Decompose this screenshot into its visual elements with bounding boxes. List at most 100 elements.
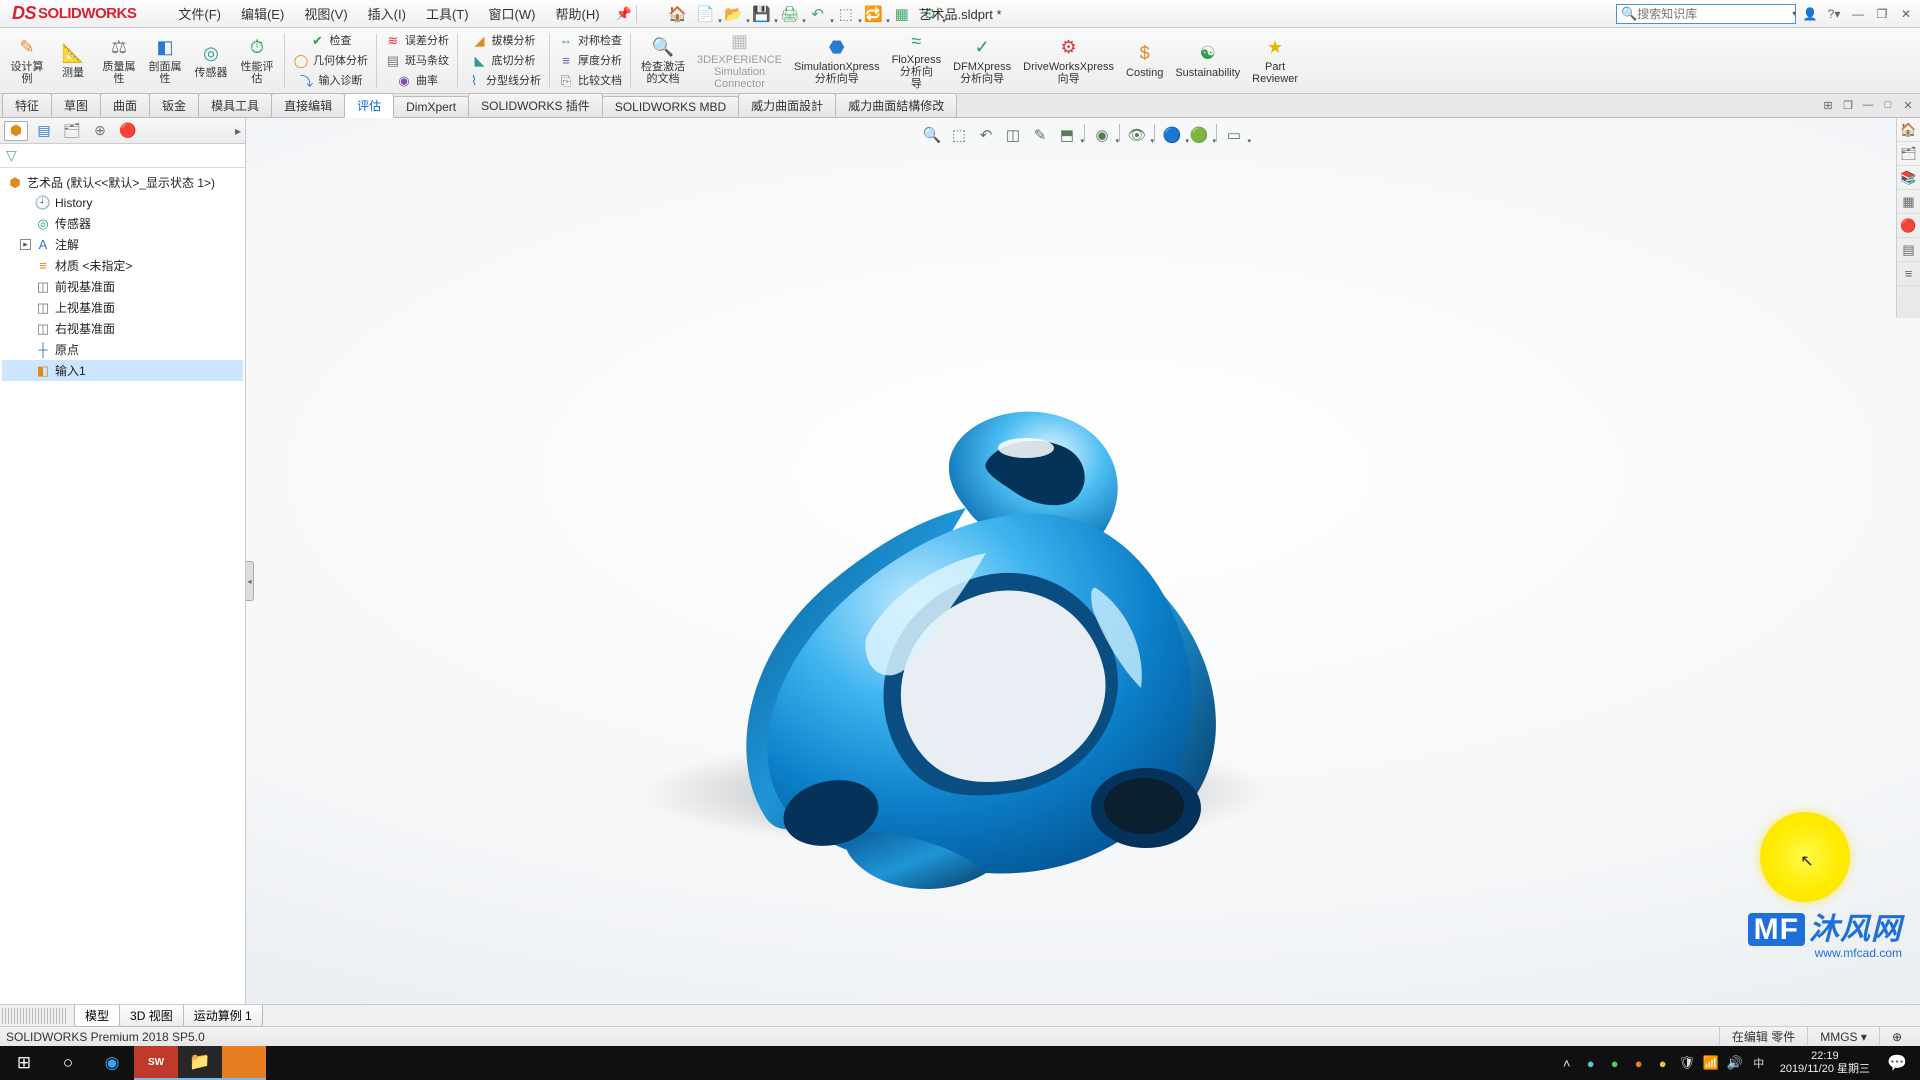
tray-app2-icon[interactable]: ● <box>1604 1048 1626 1078</box>
perf-eval-button[interactable]: ⏱性能评 估 <box>234 31 280 91</box>
import-diag-button[interactable]: ⤵输入诊断 <box>289 71 372 91</box>
doc-close-icon[interactable]: ✕ <box>1900 97 1916 113</box>
display-style-icon[interactable]: ◉ <box>1090 124 1114 146</box>
solidworks-task-icon[interactable]: SW <box>134 1046 178 1080</box>
tree-node-2[interactable]: ▸A注解 <box>2 234 243 255</box>
open-icon[interactable]: 📂 <box>721 3 747 25</box>
command-tab-7[interactable]: DimXpert <box>393 96 469 117</box>
restore-icon[interactable]: ❐ <box>1872 5 1892 23</box>
tray-network-icon[interactable]: 📶 <box>1700 1048 1722 1078</box>
menu-1[interactable]: 编辑(E) <box>231 0 294 27</box>
doc-cascade-icon[interactable]: ❐ <box>1840 97 1856 113</box>
rail-forum-icon[interactable]: ≡ <box>1897 262 1920 286</box>
command-tab-5[interactable]: 直接编辑 <box>271 93 345 117</box>
menu-0[interactable]: 文件(F) <box>168 0 231 27</box>
hide-show-icon[interactable]: 👁 <box>1125 124 1149 146</box>
edge-icon[interactable]: ◉ <box>90 1046 134 1080</box>
feature-tree-tab-icon[interactable]: ⬢ <box>4 121 28 141</box>
command-tab-3[interactable]: 钣金 <box>149 93 199 117</box>
rail-view-icon[interactable]: ▦ <box>1897 190 1920 214</box>
undo-icon[interactable]: ↶ <box>805 3 831 25</box>
dim-tab-icon[interactable]: ⊕ <box>88 121 112 141</box>
tree-node-6[interactable]: ◫右视基准面 <box>2 318 243 339</box>
tree-node-7[interactable]: ┼原点 <box>2 339 243 360</box>
tray-ime-icon[interactable]: 中 <box>1748 1048 1770 1078</box>
deviation-button[interactable]: ≋误差分析 <box>381 31 453 51</box>
menu-3[interactable]: 插入(I) <box>358 0 416 27</box>
bottom-tab-1[interactable]: 3D 视图 <box>119 1005 184 1027</box>
command-tab-11[interactable]: 威力曲面結構修改 <box>835 93 957 117</box>
taskbar-clock[interactable]: 22:19 2019/11/20 星期三 <box>1772 1050 1878 1076</box>
config-tab-icon[interactable]: 🗂 <box>60 121 84 141</box>
bottom-tab-2[interactable]: 运动算例 1 <box>183 1005 263 1027</box>
rail-home-icon[interactable]: 🏠 <box>1897 118 1920 142</box>
command-tab-2[interactable]: 曲面 <box>100 93 150 117</box>
section-view-icon[interactable]: ◫ <box>1001 124 1025 146</box>
rail-resources-icon[interactable]: 🗂 <box>1897 142 1920 166</box>
graphics-viewport[interactable]: ◂ 🔍 ⬚ ↶ ◫ ✎ ⬒ ◉ 👁 🔵 🟢 ▭ <box>246 118 1920 1004</box>
print-icon[interactable]: 🖨 <box>777 3 803 25</box>
rail-appear-icon[interactable]: 🔴 <box>1897 214 1920 238</box>
search-box[interactable]: 🔍 ▾ <box>1616 4 1796 24</box>
command-tab-9[interactable]: SOLIDWORKS MBD <box>602 96 739 117</box>
zebra-button[interactable]: ▤斑马条纹 <box>381 51 453 71</box>
command-tab-4[interactable]: 模具工具 <box>198 93 272 117</box>
cortana-icon[interactable]: ○ <box>46 1046 90 1080</box>
status-extra-icon[interactable]: ⊕ <box>1879 1027 1914 1046</box>
section-props-button[interactable]: ◧剖面属 性 <box>142 31 188 91</box>
zoom-fit-icon[interactable]: 🔍 <box>920 124 944 146</box>
rebuild-icon[interactable]: 🔁 <box>861 3 887 25</box>
menu-4[interactable]: 工具(T) <box>416 0 479 27</box>
tray-app4-icon[interactable]: ● <box>1652 1048 1674 1078</box>
tray-app3-icon[interactable]: ● <box>1628 1048 1650 1078</box>
design-study-button[interactable]: ✎设计算 例 <box>4 31 50 91</box>
tree-node-0[interactable]: 🕘History <box>2 193 243 213</box>
costing-button[interactable]: $Costing <box>1120 31 1169 91</box>
menu-2[interactable]: 视图(V) <box>294 0 357 27</box>
undercut-button[interactable]: ◣底切分析 <box>462 51 545 71</box>
doc-max-icon[interactable]: □ <box>1880 97 1896 113</box>
menu-6[interactable]: 帮助(H) <box>545 0 609 27</box>
thickness-button[interactable]: ≡厚度分析 <box>554 51 626 71</box>
recorder-task-icon[interactable] <box>222 1046 266 1080</box>
pin-icon[interactable]: 📌 <box>616 6 632 22</box>
close-icon[interactable]: ✕ <box>1896 5 1916 23</box>
tree-node-3[interactable]: ≡材质 <未指定> <box>2 255 243 276</box>
tray-security-icon[interactable]: 🛡 <box>1676 1048 1698 1078</box>
floxpress-button[interactable]: ≈FloXpress 分析向 导 <box>886 31 948 91</box>
command-tab-1[interactable]: 草图 <box>51 93 101 117</box>
part-reviewer-button[interactable]: ★Part Reviewer <box>1246 31 1304 91</box>
symmetry-button[interactable]: ⇔对称检查 <box>554 31 626 51</box>
command-tab-8[interactable]: SOLIDWORKS 插件 <box>468 93 603 117</box>
parting-button[interactable]: ⌇分型线分析 <box>462 71 545 91</box>
tree-node-8[interactable]: ◧输入1 <box>2 360 243 381</box>
tree-expander[interactable]: ▸ <box>20 239 31 250</box>
sustain-button[interactable]: ☯Sustainability <box>1169 31 1246 91</box>
simxpress-button[interactable]: ⬣SimulationXpress 分析向导 <box>788 31 886 91</box>
save-icon[interactable]: 💾 <box>749 3 775 25</box>
select-icon[interactable]: ⬚ <box>833 3 859 25</box>
search-input[interactable] <box>1637 7 1792 21</box>
curvature-button[interactable]: ◉曲率 <box>381 71 453 91</box>
status-units[interactable]: MMGS ▾ <box>1807 1027 1879 1046</box>
geom-analysis-button[interactable]: ◯几何体分析 <box>289 51 372 71</box>
minimize-icon[interactable]: — <box>1848 5 1868 23</box>
view-orient-icon[interactable]: ⬒ <box>1055 124 1079 146</box>
tree-root[interactable]: ⬢ 艺术品 (默认<<默认>_显示状态 1>) <box>2 172 243 193</box>
menu-5[interactable]: 窗口(W) <box>479 0 546 27</box>
tray-chevron-icon[interactable]: ˄ <box>1556 1048 1578 1078</box>
new-icon[interactable]: 📄 <box>693 3 719 25</box>
command-tab-6[interactable]: 评估 <box>344 93 394 118</box>
property-tab-icon[interactable]: ▤ <box>32 121 56 141</box>
rail-library-icon[interactable]: 📚 <box>1897 166 1920 190</box>
measure-button[interactable]: 📐测量 <box>50 31 96 91</box>
driveworks-button[interactable]: ⚙DriveWorksXpress 向导 <box>1017 31 1120 91</box>
panel-splitter-handle[interactable]: ◂ <box>246 561 254 601</box>
tree-node-4[interactable]: ◫前视基准面 <box>2 276 243 297</box>
rail-custom-icon[interactable]: ▤ <box>1897 238 1920 262</box>
command-tab-0[interactable]: 特征 <box>2 93 52 117</box>
action-center-icon[interactable]: 💬 <box>1880 1046 1914 1080</box>
doc-tile-icon[interactable]: ⊞ <box>1820 97 1836 113</box>
help-icon[interactable]: ?▾ <box>1824 5 1844 23</box>
doc-min-icon[interactable]: — <box>1860 97 1876 113</box>
